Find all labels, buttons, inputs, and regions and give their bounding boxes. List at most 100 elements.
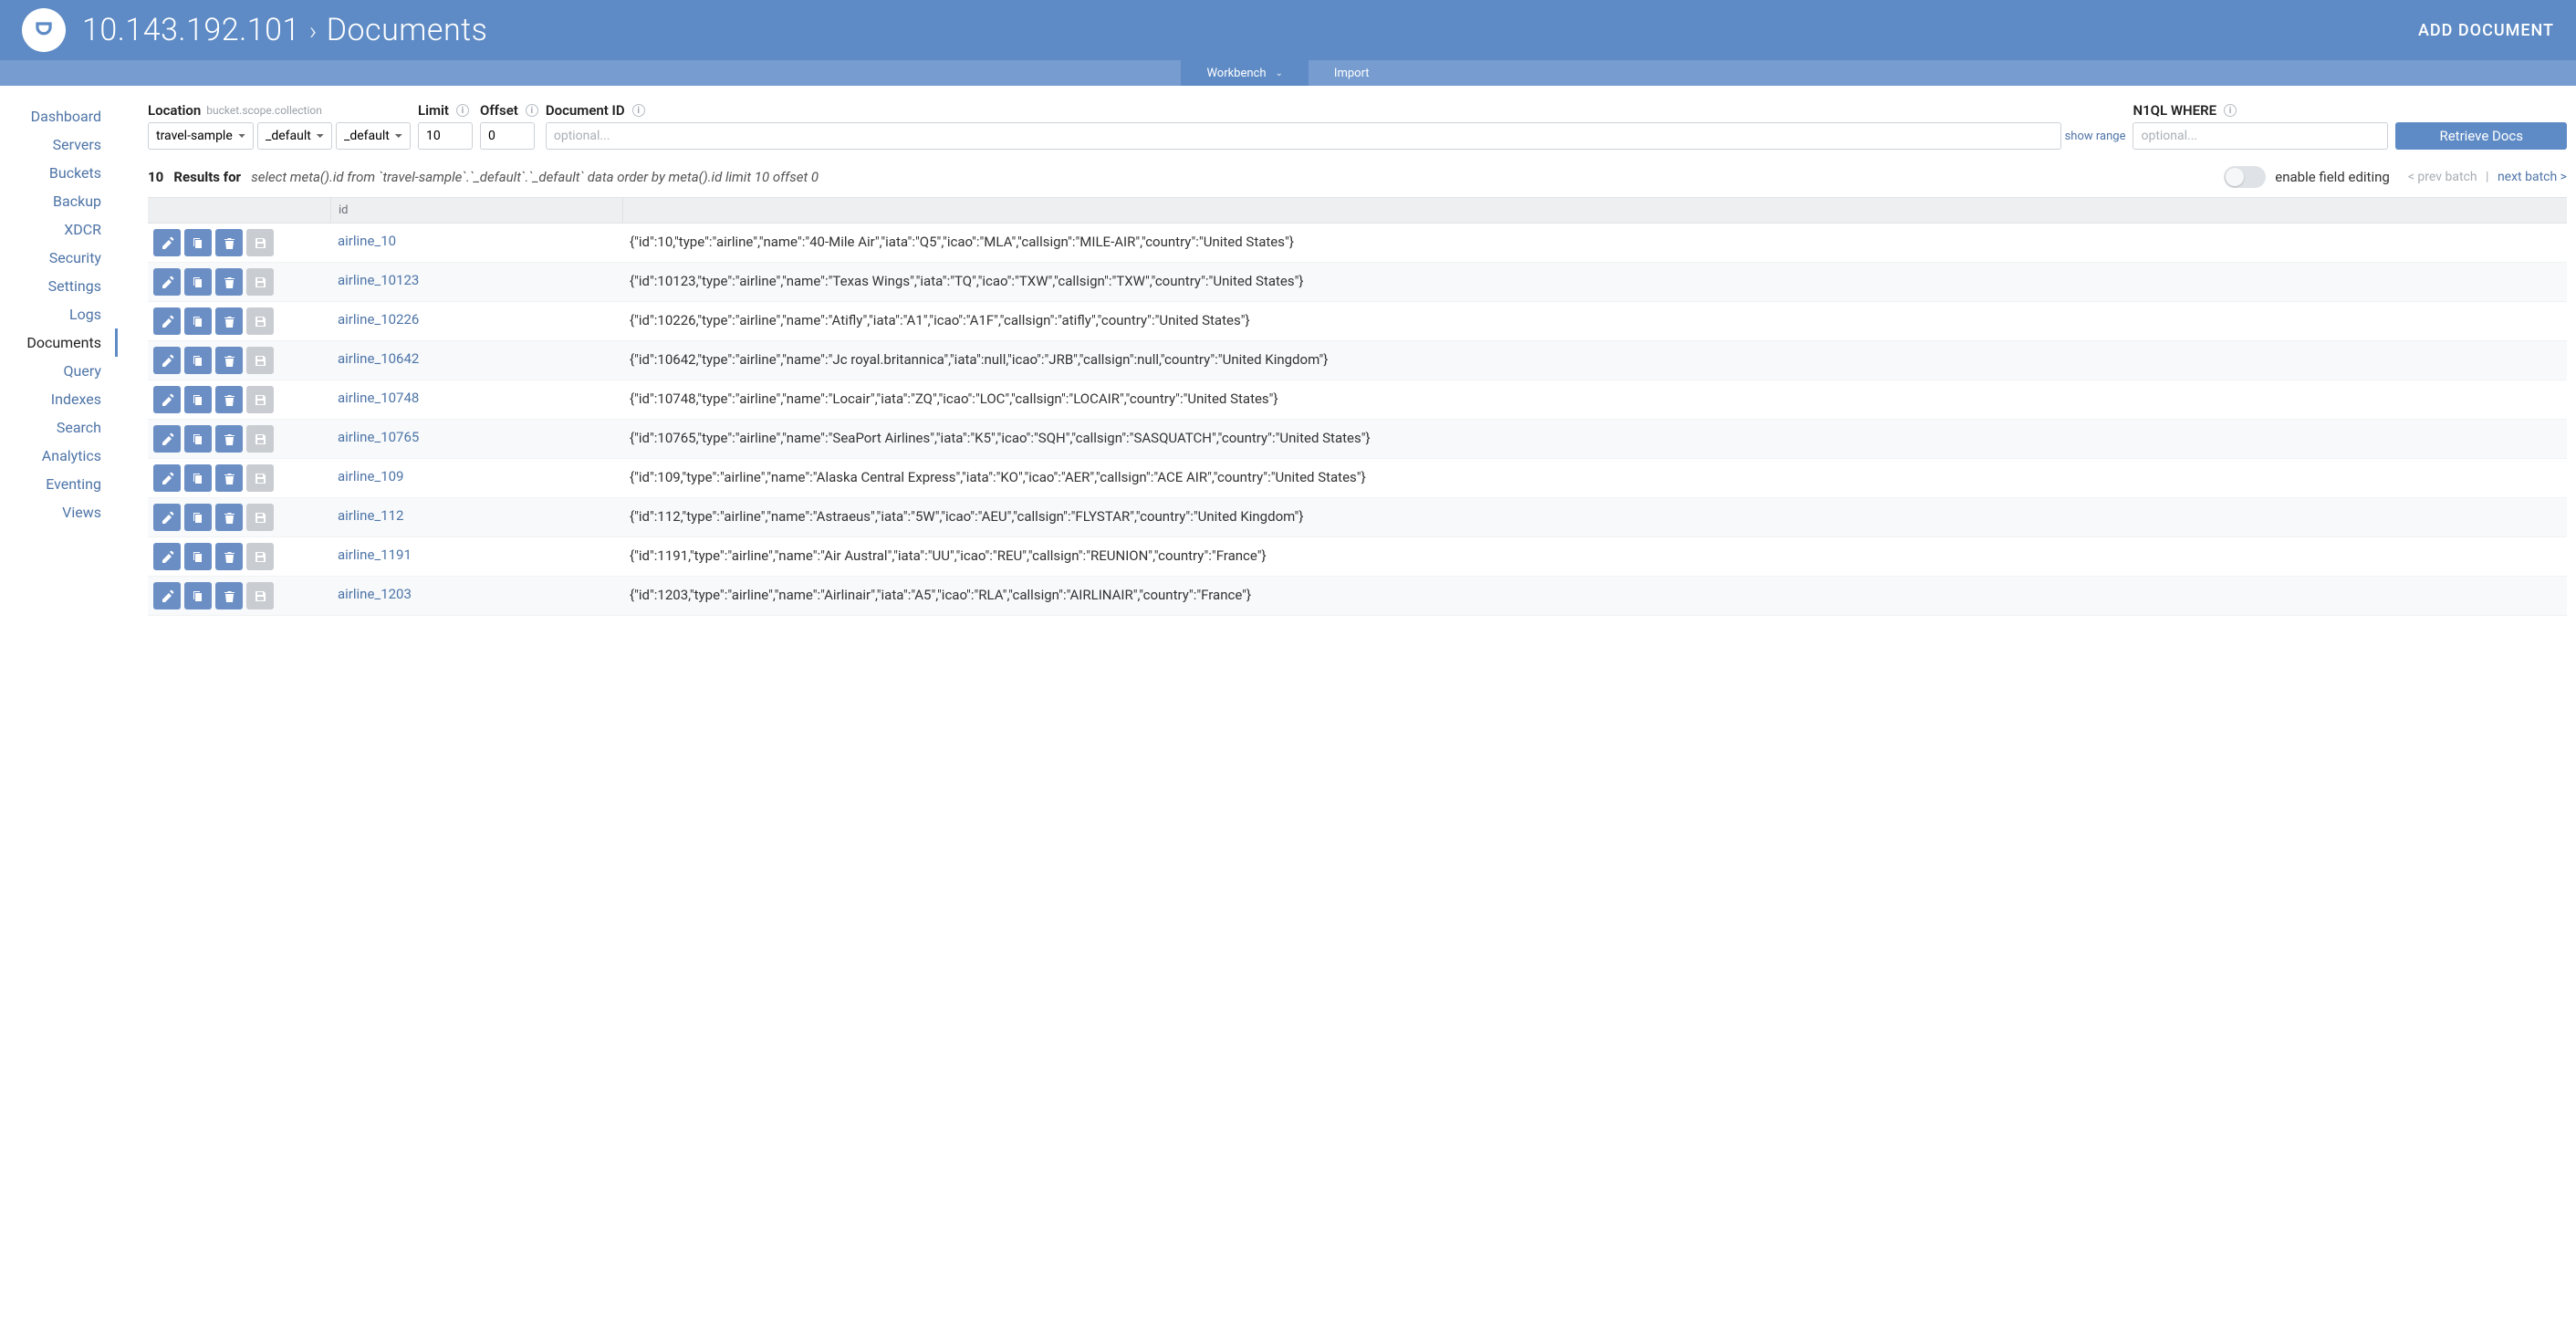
add-document-button[interactable]: ADD DOCUMENT (2418, 21, 2554, 40)
next-batch-link[interactable]: next batch > (2498, 170, 2567, 184)
col-id: id (330, 198, 622, 223)
sidebar-item-views[interactable]: Views (0, 498, 118, 526)
table-body: airline_10{"id":10,"type":"airline","nam… (148, 224, 2567, 616)
sidebar-item-dashboard[interactable]: Dashboard (0, 102, 118, 130)
batch-nav: < prev batch | next batch > (2408, 170, 2567, 184)
save-button (246, 504, 274, 531)
filter-offset: Offset i (480, 102, 538, 150)
show-range-link[interactable]: show range (2065, 130, 2126, 143)
where-label: N1QL WHERE (2133, 102, 2216, 119)
table-row: airline_10{"id":10,"type":"airline","nam… (148, 224, 2567, 263)
doc-id-link[interactable]: airline_10 (330, 224, 622, 258)
delete-button[interactable] (215, 386, 243, 413)
copy-button[interactable] (184, 307, 212, 335)
doc-id-link[interactable]: airline_109 (330, 459, 622, 494)
docid-input[interactable] (546, 122, 2061, 150)
doc-json: {"id":10642,"type":"airline","name":"Jc … (622, 341, 2567, 379)
delete-button[interactable] (215, 425, 243, 453)
copy-button[interactable] (184, 464, 212, 492)
location-hint: bucket.scope.collection (206, 104, 322, 117)
filter-limit: Limit i (418, 102, 473, 150)
copy-button[interactable] (184, 543, 212, 570)
copy-button[interactable] (184, 582, 212, 609)
edit-button[interactable] (153, 307, 181, 335)
sidebar-item-logs[interactable]: Logs (0, 300, 118, 328)
edit-button[interactable] (153, 582, 181, 609)
result-query: select meta().id from `travel-sample`.`_… (251, 169, 819, 185)
sidebar-item-buckets[interactable]: Buckets (0, 159, 118, 187)
table-row: airline_1191{"id":1191,"type":"airline",… (148, 537, 2567, 577)
delete-button[interactable] (215, 347, 243, 374)
save-button (246, 268, 274, 296)
sidebar-item-documents[interactable]: Documents (0, 328, 118, 357)
edit-button[interactable] (153, 268, 181, 296)
edit-button[interactable] (153, 347, 181, 374)
breadcrumb-page: Documents (327, 12, 488, 48)
sidebar-item-query[interactable]: Query (0, 357, 118, 385)
filter-bar: Location bucket.scope.collection travel-… (148, 102, 2567, 150)
sidebar-item-security[interactable]: Security (0, 244, 118, 272)
bucket-select[interactable]: travel-sample (148, 122, 254, 150)
delete-button[interactable] (215, 229, 243, 256)
doc-id-link[interactable]: airline_112 (330, 498, 622, 533)
sidebar-item-indexes[interactable]: Indexes (0, 385, 118, 413)
sidebar-item-search[interactable]: Search (0, 413, 118, 442)
doc-id-link[interactable]: airline_10748 (330, 380, 622, 415)
sidebar-item-analytics[interactable]: Analytics (0, 442, 118, 470)
row-actions (148, 537, 330, 576)
copy-button[interactable] (184, 386, 212, 413)
edit-button[interactable] (153, 229, 181, 256)
edit-button[interactable] (153, 504, 181, 531)
doc-id-link[interactable]: airline_10226 (330, 302, 622, 337)
delete-button[interactable] (215, 543, 243, 570)
doc-id-link[interactable]: airline_10765 (330, 420, 622, 454)
table-row: airline_112{"id":112,"type":"airline","n… (148, 498, 2567, 537)
tab-import[interactable]: Import (1309, 60, 1395, 86)
table-header: id (148, 197, 2567, 224)
retrieve-button[interactable]: Retrieve Docs (2395, 122, 2567, 150)
copy-button[interactable] (184, 425, 212, 453)
delete-button[interactable] (215, 582, 243, 609)
field-editing-label: enable field editing (2275, 169, 2390, 185)
delete-button[interactable] (215, 464, 243, 492)
offset-label: Offset (480, 102, 518, 119)
result-bar: 10 Results for select meta().id from `tr… (148, 166, 2567, 188)
doc-id-link[interactable]: airline_1203 (330, 577, 622, 611)
where-input[interactable] (2133, 122, 2388, 150)
edit-button[interactable] (153, 464, 181, 492)
sidebar-item-servers[interactable]: Servers (0, 130, 118, 159)
edit-button[interactable] (153, 425, 181, 453)
edit-button[interactable] (153, 386, 181, 413)
save-button (246, 229, 274, 256)
field-editing-toggle[interactable] (2224, 166, 2266, 188)
col-actions (148, 198, 330, 223)
copy-button[interactable] (184, 347, 212, 374)
sidebar-item-eventing[interactable]: Eventing (0, 470, 118, 498)
result-prefix: Results for (173, 169, 241, 185)
breadcrumb-host[interactable]: 10.143.192.101 (82, 12, 300, 48)
offset-input[interactable] (480, 122, 535, 150)
copy-button[interactable] (184, 504, 212, 531)
copy-button[interactable] (184, 229, 212, 256)
collection-select[interactable]: _default (336, 122, 411, 150)
breadcrumb: 10.143.192.101 › Documents (82, 12, 487, 48)
tab-workbench[interactable]: Workbench ⌄ (1181, 60, 1308, 86)
sidebar-item-backup[interactable]: Backup (0, 187, 118, 215)
copy-button[interactable] (184, 268, 212, 296)
limit-input[interactable] (418, 122, 473, 150)
doc-id-link[interactable]: airline_10123 (330, 263, 622, 297)
sidebar-item-xdcr[interactable]: XDCR (0, 215, 118, 244)
delete-button[interactable] (215, 268, 243, 296)
delete-button[interactable] (215, 307, 243, 335)
save-button (246, 347, 274, 374)
sidebar: DashboardServersBucketsBackupXDCRSecurit… (0, 86, 119, 643)
doc-id-link[interactable]: airline_10642 (330, 341, 622, 376)
save-button (246, 582, 274, 609)
scope-select[interactable]: _default (257, 122, 332, 150)
delete-button[interactable] (215, 504, 243, 531)
sidebar-item-settings[interactable]: Settings (0, 272, 118, 300)
edit-button[interactable] (153, 543, 181, 570)
doc-json: {"id":10226,"type":"airline","name":"Ati… (622, 302, 2567, 339)
doc-id-link[interactable]: airline_1191 (330, 537, 622, 572)
doc-json: {"id":1203,"type":"airline","name":"Airl… (622, 577, 2567, 614)
